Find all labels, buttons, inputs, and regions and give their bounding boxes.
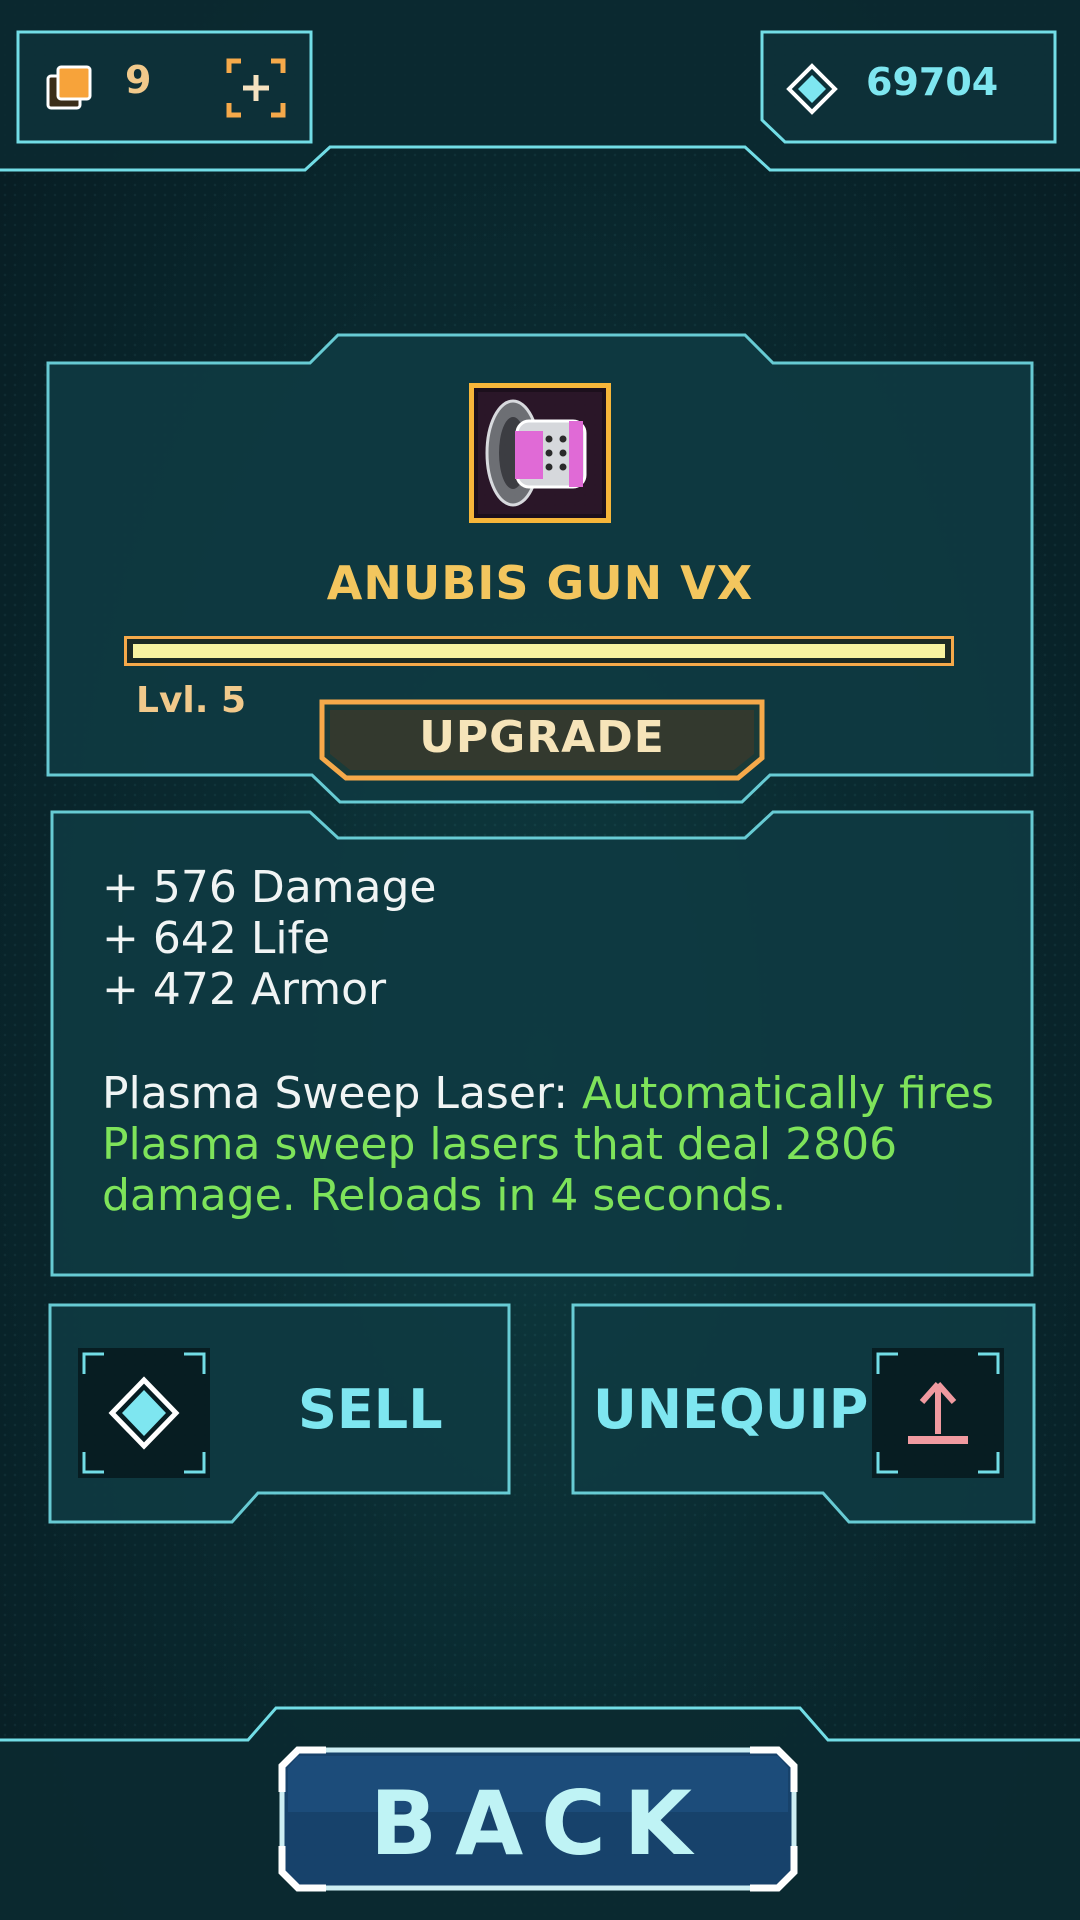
upgrade-label: UPGRADE: [419, 712, 665, 763]
stat-damage: + 576 Damage: [102, 862, 437, 913]
sell-gem-icon: [82, 1352, 206, 1474]
stats-list: + 576 Damage + 642 Life + 472 Armor: [102, 862, 1002, 1015]
stat-life: + 642 Life: [102, 913, 331, 964]
ability-text: Plasma Sweep Laser: Automatically fires …: [102, 1068, 1002, 1221]
sell-label: SELL: [298, 1378, 443, 1441]
back-label: BACK: [370, 1772, 710, 1875]
unequip-label: UNEQUIP: [593, 1378, 869, 1441]
ability-name: Plasma Sweep Laser:: [102, 1068, 569, 1119]
unequip-arrow-icon: [876, 1352, 1000, 1474]
level-progress-bar: [124, 636, 954, 666]
unequip-icon-box: [872, 1348, 1004, 1478]
item-name: ANUBIS GUN VX: [326, 556, 754, 610]
sell-icon-box: [78, 1348, 210, 1478]
stat-armor: + 472 Armor: [102, 964, 387, 1015]
weapon-icon: [469, 383, 611, 523]
level-label: Lvl. 5: [136, 680, 247, 721]
level-progress-fill: [133, 644, 945, 658]
